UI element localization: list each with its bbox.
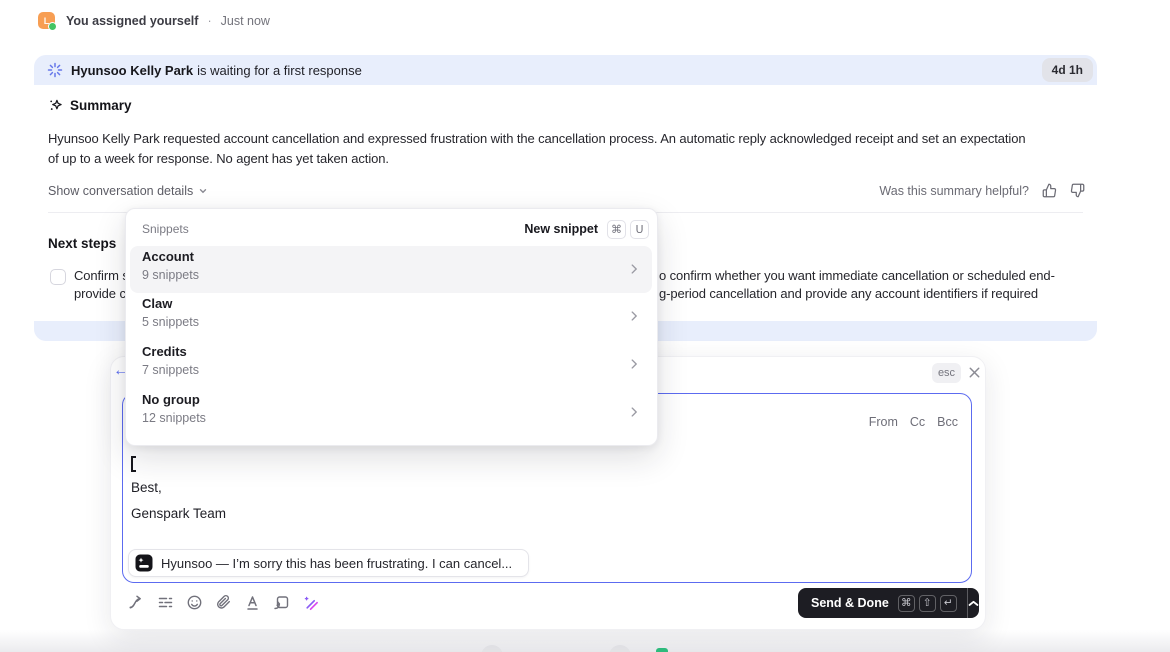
next-steps-heading: Next steps	[48, 236, 116, 251]
next-step-text-fragment: Confirm s	[74, 268, 129, 283]
send-options-caret-button[interactable]	[968, 588, 979, 618]
toggle-label: Show conversation details	[48, 184, 193, 198]
esc-hint-badge: esc	[932, 363, 961, 383]
group-count: 7 snippets	[142, 363, 199, 377]
snippet-group-row[interactable]: Claw 5 snippets	[126, 293, 657, 340]
summary-title-label: Summary	[70, 98, 132, 113]
bcc-field-toggle[interactable]: Bcc	[937, 415, 958, 429]
adjust-lines-icon[interactable]	[157, 594, 174, 611]
feedback-question: Was this summary helpful?	[879, 184, 1029, 198]
peek-circle	[609, 645, 631, 652]
recipient-fields: From Cc Bcc	[869, 415, 958, 429]
assignee-avatar: L	[38, 12, 55, 29]
snippets-popup: Snippets New snippet ⌘ U Account 9 snipp…	[125, 208, 658, 446]
composer-text-line: Genspark Team	[131, 506, 226, 521]
summary-line: Hyunsoo Kelly Park requested account can…	[48, 129, 1025, 149]
thumbs-up-button[interactable]	[1042, 183, 1057, 198]
summary-feedback: Was this summary helpful?	[879, 183, 1085, 198]
suggestion-text: Hyunsoo — I’m sorry this has been frustr…	[161, 556, 512, 571]
chevron-right-icon	[627, 405, 641, 419]
customer-name: Hyunsoo Kelly Park	[71, 63, 193, 78]
event-text: You assigned yourself	[66, 14, 198, 28]
peek-green-element	[656, 648, 668, 652]
from-field-toggle[interactable]: From	[869, 415, 898, 429]
event-separator: ·	[207, 14, 211, 28]
app-canvas: L You assigned yourself · Just now Hyuns…	[0, 0, 1170, 652]
show-conversation-details-toggle[interactable]: Show conversation details	[48, 184, 208, 198]
snippet-group-row[interactable]: Account 9 snippets	[126, 246, 657, 293]
event-timestamp: Just now	[221, 14, 270, 28]
return-keycap: ↵	[940, 595, 957, 612]
ai-writer-icon[interactable]	[302, 594, 319, 611]
chevron-right-icon	[627, 357, 641, 371]
composer-text-line: Best,	[131, 480, 162, 495]
cmd-keycap: ⌘	[607, 220, 626, 239]
next-step-text-fragment: g-period cancellation and provide any ac…	[659, 286, 1038, 301]
new-snippet-button[interactable]: New snippet ⌘ U	[524, 220, 649, 239]
snippet-group-row[interactable]: Credits 7 snippets	[126, 341, 657, 388]
attachment-icon[interactable]	[215, 594, 232, 611]
chevron-right-icon	[627, 309, 641, 323]
group-count: 12 snippets	[142, 411, 206, 425]
chevron-right-icon	[627, 262, 641, 276]
next-step-checkbox[interactable]	[50, 269, 66, 285]
close-icon[interactable]	[967, 365, 983, 381]
text-caret	[131, 456, 136, 472]
cc-field-toggle[interactable]: Cc	[910, 415, 925, 429]
online-status-dot	[48, 22, 57, 31]
group-name: No group	[142, 392, 200, 407]
forward-icon[interactable]	[128, 594, 145, 611]
thumbs-down-button[interactable]	[1070, 183, 1085, 198]
u-keycap: U	[630, 220, 649, 239]
snippets-title: Snippets	[142, 222, 189, 236]
summary-heading: Summary	[48, 98, 132, 113]
sparkle-icon	[48, 98, 63, 113]
group-count: 5 snippets	[142, 315, 199, 329]
group-name: Claw	[142, 296, 172, 311]
insert-snippet-icon[interactable]	[273, 594, 290, 611]
new-snippet-label: New snippet	[524, 222, 598, 236]
ai-sparkle-icon	[47, 62, 63, 78]
summary-paragraph: Hyunsoo Kelly Park requested account can…	[48, 129, 1025, 169]
wait-time-badge: 4d 1h	[1042, 58, 1093, 82]
text-style-icon[interactable]	[244, 594, 261, 611]
send-shortcut-keys: ⌘ ⇧ ↵	[898, 595, 957, 612]
summary-line: of up to a week for response. No agent h…	[48, 149, 1025, 169]
waiting-status-text: Hyunsoo Kelly Park is waiting for a first…	[71, 63, 362, 78]
page-bottom-fade	[0, 630, 1170, 652]
send-and-done-button[interactable]: Send & Done	[798, 596, 889, 610]
send-and-done-group: Send & Done ⌘ ⇧ ↵	[798, 588, 979, 618]
assignment-event: L You assigned yourself · Just now	[38, 12, 270, 29]
chevron-down-icon	[198, 186, 208, 196]
emoji-icon[interactable]	[186, 594, 203, 611]
group-name: Credits	[142, 344, 187, 359]
cmd-keycap: ⌘	[898, 595, 915, 612]
ai-suggestion-chip[interactable]: Hyunsoo — I’m sorry this has been frustr…	[128, 549, 529, 577]
shift-keycap: ⇧	[919, 595, 936, 612]
peek-circle	[481, 645, 503, 652]
card-header: Hyunsoo Kelly Park is waiting for a first…	[34, 55, 1097, 85]
group-name: Account	[142, 249, 194, 264]
next-step-text-fragment: o confirm whether you want immediate can…	[659, 268, 1055, 283]
copilot-suggestion-icon	[135, 554, 153, 572]
next-step-text-fragment: provide c	[74, 286, 126, 301]
composer-toolbar	[128, 594, 319, 611]
waiting-text: is waiting for a first response	[197, 63, 362, 78]
snippet-group-row[interactable]: No group 12 snippets	[126, 389, 657, 436]
snippets-popup-header: Snippets New snippet ⌘ U	[142, 219, 649, 239]
group-count: 9 snippets	[142, 268, 199, 282]
